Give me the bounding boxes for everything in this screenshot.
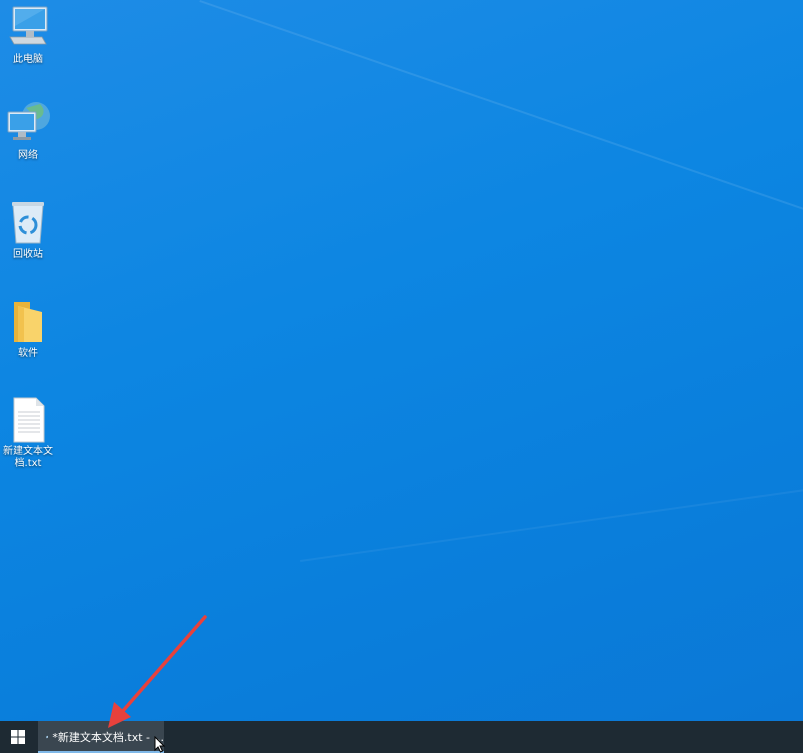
desktop-icon-recycle-bin[interactable]: 回收站 (0, 199, 56, 261)
desktop-icon-network[interactable]: 网络 (0, 100, 56, 162)
windows-logo-icon (11, 730, 25, 744)
taskbar-item-notepad[interactable]: *新建文本文档.txt - ... (38, 721, 164, 753)
notepad-icon (46, 735, 49, 739)
desktop-icon-label: 新建文本文档.txt (3, 446, 53, 469)
wallpaper-light-beam (300, 476, 803, 562)
desktop-icon-label: 回收站 (13, 249, 43, 260)
folder-icon (14, 302, 42, 342)
this-pc-icon (9, 6, 48, 45)
recycle-bin-icon (12, 202, 44, 244)
desktop-icon-label: 此电脑 (13, 54, 43, 65)
desktop-icon-this-pc[interactable]: 此电脑 (0, 4, 56, 66)
start-button[interactable] (0, 721, 36, 753)
desktop-icon-text-document[interactable]: 新建文本文档.txt (0, 396, 56, 470)
mouse-cursor-icon (154, 736, 166, 753)
desktop-icon-label: 软件 (18, 348, 38, 359)
network-icon (7, 102, 50, 140)
desktop: 此电脑 网络 回收站 软件 新建文本文档.txt (0, 0, 803, 721)
text-document-icon (13, 397, 45, 443)
desktop-icon-label: 网络 (18, 150, 38, 161)
taskbar: *新建文本文档.txt - ... (0, 721, 803, 753)
taskbar-item-label: *新建文本文档.txt - ... (52, 731, 164, 744)
desktop-icon-folder-software[interactable]: 软件 (0, 298, 56, 360)
wallpaper-light-beam (199, 0, 803, 230)
